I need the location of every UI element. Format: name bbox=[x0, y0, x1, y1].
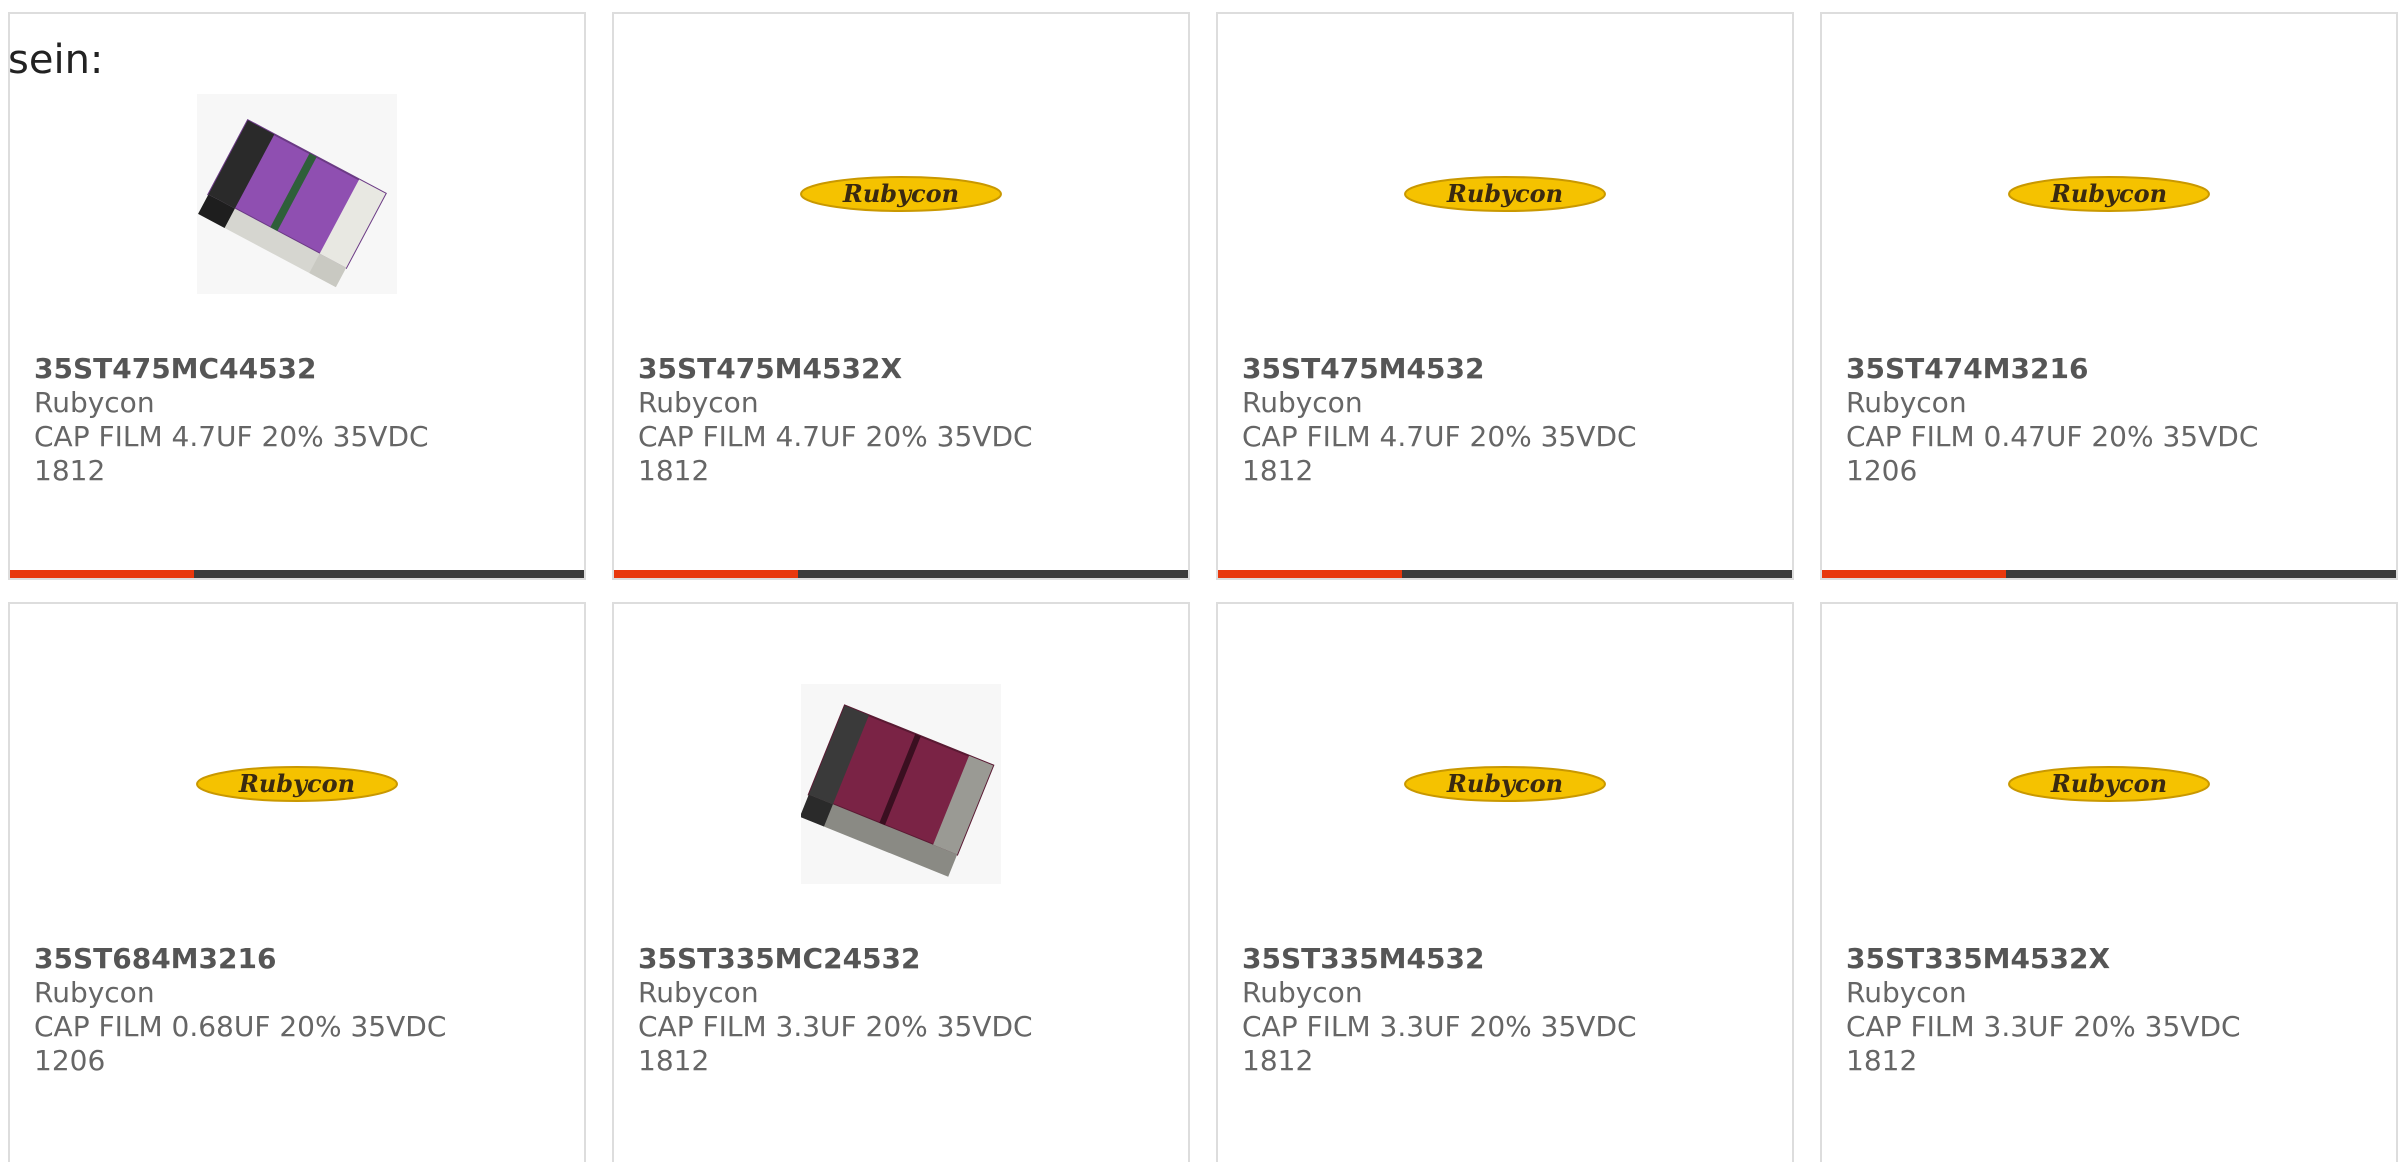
product-image[interactable]: Rubycon bbox=[614, 74, 1188, 314]
card-bottom-bar bbox=[1822, 570, 2396, 578]
product-card[interactable]: Rubycon 35ST475M4532 Rubycon CAP FILM 4.… bbox=[1216, 12, 1794, 580]
package-size: 1812 bbox=[34, 454, 106, 487]
capacitor-photo-icon bbox=[801, 684, 1001, 884]
product-image[interactable]: Rubycon bbox=[1822, 74, 2396, 314]
rubycon-logo-icon: Rubycon bbox=[2008, 176, 2210, 212]
rubycon-logo-icon: Rubycon bbox=[196, 766, 398, 802]
package-size: 1812 bbox=[1242, 454, 1314, 487]
card-accent-bar bbox=[1218, 570, 1402, 578]
logo-text: Rubycon bbox=[1446, 179, 1563, 208]
product-card[interactable]: Rubycon 35ST684M3216 Rubycon CAP FILM 0.… bbox=[8, 602, 586, 1162]
package-size: 1206 bbox=[1846, 454, 1918, 487]
description: CAP FILM 3.3UF 20% 35VDC bbox=[1846, 1010, 2241, 1043]
product-card[interactable]: Rubycon 35ST475M4532X Rubycon CAP FILM 4… bbox=[612, 12, 1190, 580]
manufacturer: Rubycon bbox=[34, 386, 155, 419]
part-number[interactable]: 35ST475MC44532 bbox=[34, 352, 560, 386]
intro-text: sein: bbox=[8, 37, 104, 83]
product-image[interactable]: Rubycon bbox=[1218, 664, 1792, 904]
description: CAP FILM 4.7UF 20% 35VDC bbox=[1242, 420, 1637, 453]
logo-text: Rubycon bbox=[2050, 179, 2167, 208]
part-number[interactable]: 35ST335MC24532 bbox=[638, 942, 1164, 976]
card-bottom-bar bbox=[614, 570, 1188, 578]
part-number[interactable]: 35ST475M4532X bbox=[638, 352, 1164, 386]
card-bottom-bar bbox=[1218, 570, 1792, 578]
description: CAP FILM 0.68UF 20% 35VDC bbox=[34, 1010, 447, 1043]
package-size: 1812 bbox=[1242, 1044, 1314, 1077]
part-number[interactable]: 35ST474M3216 bbox=[1846, 352, 2372, 386]
card-accent-bar bbox=[1822, 570, 2006, 578]
part-number[interactable]: 35ST335M4532X bbox=[1846, 942, 2372, 976]
package-size: 1206 bbox=[34, 1044, 106, 1077]
product-image[interactable]: Rubycon bbox=[1218, 74, 1792, 314]
manufacturer: Rubycon bbox=[34, 976, 155, 1009]
card-accent-bar bbox=[614, 570, 798, 578]
product-image[interactable] bbox=[10, 74, 584, 314]
product-card[interactable]: Rubycon 35ST335M4532X Rubycon CAP FILM 3… bbox=[1820, 602, 2398, 1162]
logo-text: Rubycon bbox=[1446, 769, 1563, 798]
package-size: 1812 bbox=[1846, 1044, 1918, 1077]
product-image[interactable]: Rubycon bbox=[10, 664, 584, 904]
description: CAP FILM 3.3UF 20% 35VDC bbox=[1242, 1010, 1637, 1043]
product-card[interactable]: Rubycon 35ST474M3216 Rubycon CAP FILM 0.… bbox=[1820, 12, 2398, 580]
card-accent-bar bbox=[10, 570, 194, 578]
manufacturer: Rubycon bbox=[1846, 976, 1967, 1009]
product-card[interactable]: Rubycon 35ST335M4532 Rubycon CAP FILM 3.… bbox=[1216, 602, 1794, 1162]
product-card[interactable]: 35ST475MC44532 Rubycon CAP FILM 4.7UF 20… bbox=[8, 12, 586, 580]
description: CAP FILM 4.7UF 20% 35VDC bbox=[34, 420, 429, 453]
capacitor-photo-icon bbox=[197, 94, 397, 294]
description: CAP FILM 4.7UF 20% 35VDC bbox=[638, 420, 1033, 453]
package-size: 1812 bbox=[638, 1044, 710, 1077]
manufacturer: Rubycon bbox=[638, 386, 759, 419]
logo-text: Rubycon bbox=[238, 769, 355, 798]
rubycon-logo-icon: Rubycon bbox=[1404, 176, 1606, 212]
product-image[interactable] bbox=[614, 664, 1188, 904]
description: CAP FILM 3.3UF 20% 35VDC bbox=[638, 1010, 1033, 1043]
card-bottom-bar bbox=[10, 570, 584, 578]
logo-text: Rubycon bbox=[842, 179, 959, 208]
manufacturer: Rubycon bbox=[638, 976, 759, 1009]
manufacturer: Rubycon bbox=[1846, 386, 1967, 419]
rubycon-logo-icon: Rubycon bbox=[800, 176, 1002, 212]
manufacturer: Rubycon bbox=[1242, 386, 1363, 419]
product-image[interactable]: Rubycon bbox=[1822, 664, 2396, 904]
rubycon-logo-icon: Rubycon bbox=[1404, 766, 1606, 802]
part-number[interactable]: 35ST684M3216 bbox=[34, 942, 560, 976]
part-number[interactable]: 35ST475M4532 bbox=[1242, 352, 1768, 386]
product-card[interactable]: 35ST335MC24532 Rubycon CAP FILM 3.3UF 20… bbox=[612, 602, 1190, 1162]
manufacturer: Rubycon bbox=[1242, 976, 1363, 1009]
product-grid: 35ST475MC44532 Rubycon CAP FILM 4.7UF 20… bbox=[8, 12, 2400, 1162]
logo-text: Rubycon bbox=[2050, 769, 2167, 798]
description: CAP FILM 0.47UF 20% 35VDC bbox=[1846, 420, 2259, 453]
package-size: 1812 bbox=[638, 454, 710, 487]
part-number[interactable]: 35ST335M4532 bbox=[1242, 942, 1768, 976]
rubycon-logo-icon: Rubycon bbox=[2008, 766, 2210, 802]
